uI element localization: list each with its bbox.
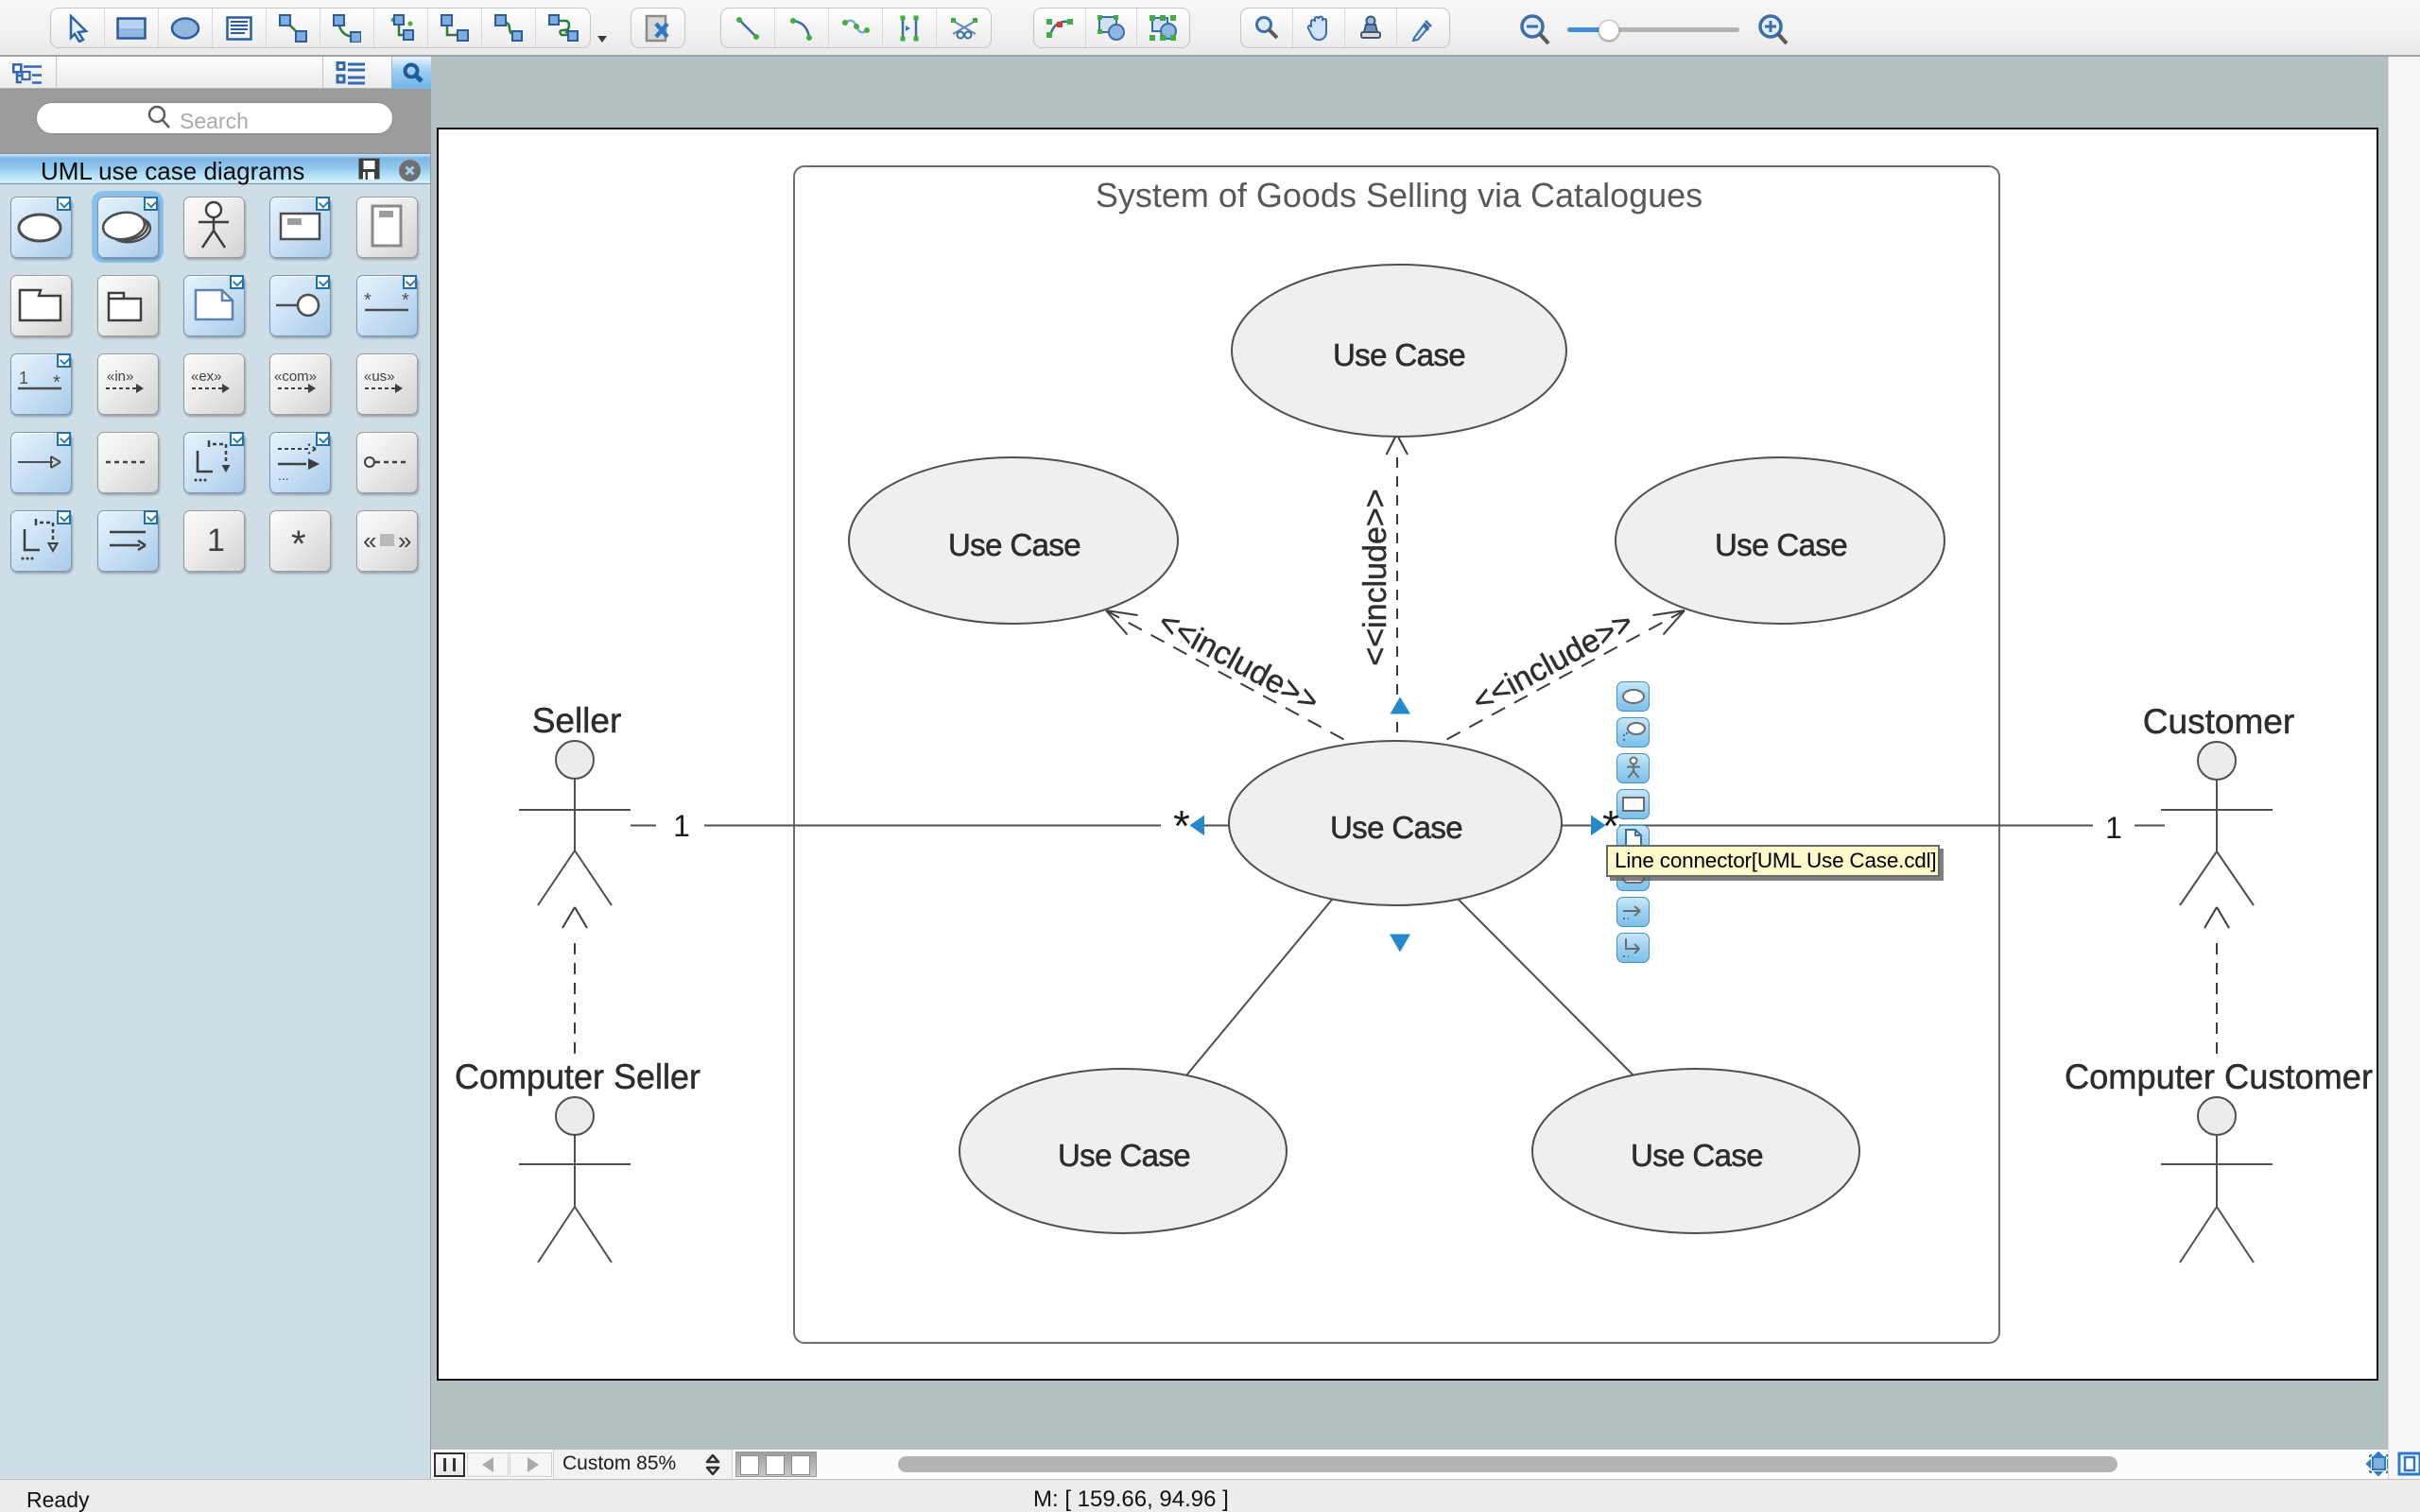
svg-text:*: * — [402, 290, 409, 311]
svg-text:1: 1 — [207, 523, 225, 558]
svg-text:Use Case: Use Case — [1631, 1138, 1763, 1173]
svg-text:<<include>>: <<include>> — [1357, 489, 1393, 665]
svg-text:...: ... — [278, 468, 289, 483]
svg-text:<<include>>: <<include>> — [1466, 604, 1639, 720]
svg-text:*: * — [53, 372, 60, 393]
svg-text:*: * — [364, 290, 372, 311]
svg-text:Seller: Seller — [532, 701, 622, 740]
svg-text:«in»: «in» — [107, 369, 133, 385]
svg-text:«us»: «us» — [364, 369, 395, 385]
svg-text:«com»: «com» — [274, 369, 317, 385]
svg-text:*: * — [1173, 801, 1190, 850]
svg-text:Use Case: Use Case — [1058, 1138, 1190, 1173]
svg-text:Customer: Customer — [2143, 702, 2294, 741]
svg-text:Use Case: Use Case — [1333, 337, 1465, 372]
svg-text:*: * — [291, 524, 306, 565]
svg-text:Computer Seller: Computer Seller — [455, 1057, 700, 1096]
svg-text:«: « — [363, 526, 376, 555]
svg-text:Use Case: Use Case — [1715, 527, 1847, 562]
svg-text:1: 1 — [19, 369, 28, 387]
svg-text:»: » — [398, 526, 411, 555]
svg-text:Use Case: Use Case — [948, 527, 1080, 562]
svg-text:Computer Customer: Computer Customer — [2065, 1057, 2373, 1096]
svg-text:<<include>>: <<include>> — [1152, 604, 1325, 720]
svg-text:System of Goods Selling via Ca: System of Goods Selling via Catalogues — [1096, 176, 1703, 215]
svg-text:«ex»: «ex» — [191, 369, 222, 385]
svg-text:*: * — [1602, 801, 1619, 850]
svg-text:1: 1 — [2105, 811, 2122, 845]
svg-text:1: 1 — [673, 809, 690, 843]
